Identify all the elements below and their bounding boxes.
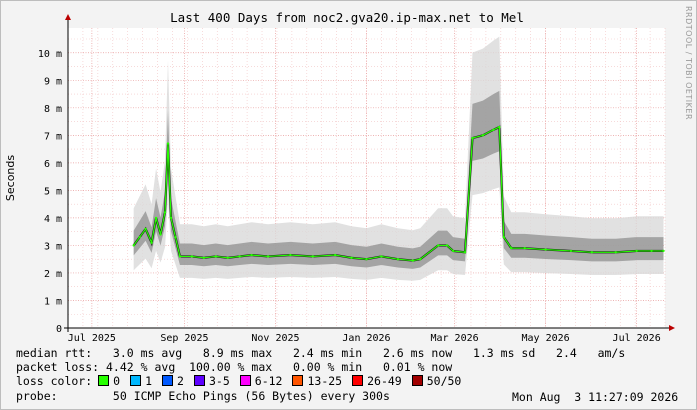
loss-color-swatch (98, 375, 110, 386)
median-point (250, 253, 253, 257)
median-point (498, 125, 501, 129)
median-point (163, 211, 167, 214)
loss-color-swatch-label: 1 (145, 374, 153, 388)
median-point (178, 255, 182, 258)
median-point (226, 256, 229, 260)
x-tick-label: Jul 2025 (68, 333, 116, 344)
x-tick-label: Sep 2025 (160, 333, 208, 344)
median-point (311, 255, 314, 258)
probe-line: probe: 50 ICMP Echo Pings (56 Bytes) eve… (16, 389, 390, 403)
loss-color-swatch-label: 26-49 (367, 374, 402, 388)
median-point (481, 134, 485, 137)
median-point (471, 136, 474, 140)
median-point (333, 253, 337, 257)
median-point (138, 235, 141, 239)
median-point (650, 249, 653, 253)
x-tick-label: Jan 2026 (342, 333, 390, 344)
median-point (350, 256, 353, 260)
median-point (174, 235, 177, 239)
median-point (510, 246, 513, 250)
loss-color-legend: loss color: 0 1 2 3-5 6-12 13-25 26-49 50/50 (16, 375, 465, 388)
chart-title: Last 400 Days from noc2.gva20.ip-max.net… (170, 10, 524, 25)
loss-color-swatch (411, 375, 423, 386)
y-tick-label: 1 m (44, 296, 62, 307)
median-point (150, 241, 153, 244)
median-point (132, 244, 135, 247)
median-rtt-line: median rtt: 3.0 ms avg 8.9 ms max 2.4 ms… (16, 346, 626, 360)
median-point (436, 244, 440, 247)
median-point (419, 257, 422, 261)
y-tick-label: 7 m (44, 131, 62, 142)
loss-color-swatch (292, 375, 304, 386)
median-point (144, 227, 147, 231)
loss-color-swatch-label: 6-12 (254, 374, 283, 388)
packet-loss-line: packet loss: 4.42 % avg 100.00 % max 0.0… (16, 360, 453, 374)
median-point (544, 248, 547, 251)
loss-color-swatch (162, 375, 174, 386)
median-point (202, 256, 206, 260)
median-point (463, 251, 467, 254)
x-tick-label: Mar 2026 (430, 333, 478, 344)
y-tick-label: 9 m (44, 76, 62, 87)
y-tick-label: 8 m (44, 104, 62, 115)
loss-color-label: loss color: (16, 374, 93, 388)
y-tick-label: 3 m (44, 241, 62, 252)
y-axis-label: Seconds (4, 155, 17, 201)
median-point (365, 257, 368, 261)
median-point (492, 128, 495, 132)
median-point (451, 249, 455, 253)
median-point (159, 233, 162, 236)
median-point (190, 255, 194, 258)
loss-color-swatch-label: 2 (177, 374, 184, 388)
median-point (590, 251, 594, 254)
median-point (166, 142, 170, 145)
loss-color-swatch-label: 3-5 (208, 374, 230, 388)
y-tick-label: 2 m (44, 269, 62, 280)
timestamp: Mon Aug 3 11:27:09 2026 (512, 390, 679, 404)
median-point (238, 255, 241, 258)
watermark: RRDTOOL / TOBI OETIKER (684, 6, 693, 121)
median-point (662, 249, 665, 253)
loss-color-swatch-label: 13-25 (307, 374, 343, 388)
loss-color-swatch-label: 0 (113, 374, 121, 388)
x-tick-label: May 2026 (522, 333, 570, 344)
median-point (635, 249, 638, 253)
median-point (614, 251, 617, 254)
median-point (266, 255, 270, 258)
median-point (411, 259, 414, 262)
y-tick-label: 5 m (44, 186, 62, 197)
median-point (502, 235, 506, 239)
median-point (154, 216, 158, 220)
median-point (169, 216, 173, 220)
loss-color-swatch (193, 375, 205, 386)
median-point (289, 253, 292, 257)
loss-color-swatch-label: 50/50 (426, 374, 462, 388)
x-tick-label: Nov 2025 (251, 333, 299, 344)
median-point (214, 255, 217, 258)
loss-color-swatch (352, 375, 364, 386)
median-point (523, 246, 526, 250)
y-tick-label: 4 m (44, 214, 62, 225)
y-tick-label: 6 m (44, 159, 62, 170)
x-tick-label: Jul 2026 (613, 333, 661, 344)
loss-color-swatch (130, 375, 142, 386)
median-point (380, 255, 383, 258)
median-point (569, 249, 573, 253)
y-tick-label: 0 (56, 324, 62, 335)
y-tick-label: 10 m (38, 49, 62, 60)
median-point (445, 244, 449, 247)
loss-color-swatch (239, 375, 251, 386)
median-point (396, 257, 400, 261)
